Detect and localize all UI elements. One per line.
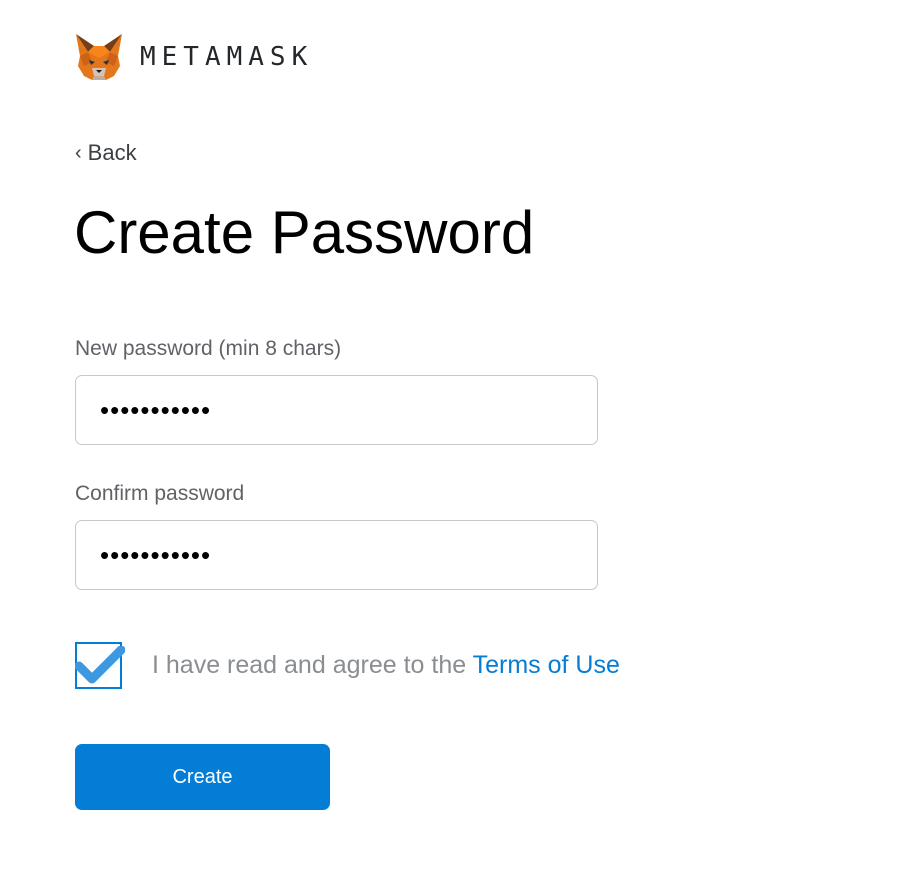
header: METAMASK	[74, 32, 313, 82]
checkmark-icon	[75, 646, 125, 684]
confirm-password-input[interactable]	[75, 520, 598, 590]
new-password-label: New password (min 8 chars)	[75, 337, 342, 360]
terms-prefix: I have read and agree to the	[152, 651, 473, 679]
terms-agreement-row: I have read and agree to the Terms of Us…	[75, 640, 620, 691]
terms-of-use-link[interactable]: Terms of Use	[473, 651, 620, 679]
chevron-left-icon: ‹	[75, 142, 82, 164]
terms-text: I have read and agree to the Terms of Us…	[152, 651, 620, 680]
confirm-password-label: Confirm password	[75, 482, 245, 505]
create-button[interactable]: Create	[75, 744, 330, 810]
metamask-fox-icon	[76, 34, 122, 80]
new-password-input[interactable]	[75, 375, 598, 445]
brand-name: METAMASK	[140, 42, 314, 72]
terms-checkbox[interactable]	[75, 642, 125, 689]
page-title: Create Password	[74, 199, 535, 266]
back-label: Back	[87, 140, 137, 165]
back-link[interactable]: ‹ Back	[75, 140, 137, 166]
